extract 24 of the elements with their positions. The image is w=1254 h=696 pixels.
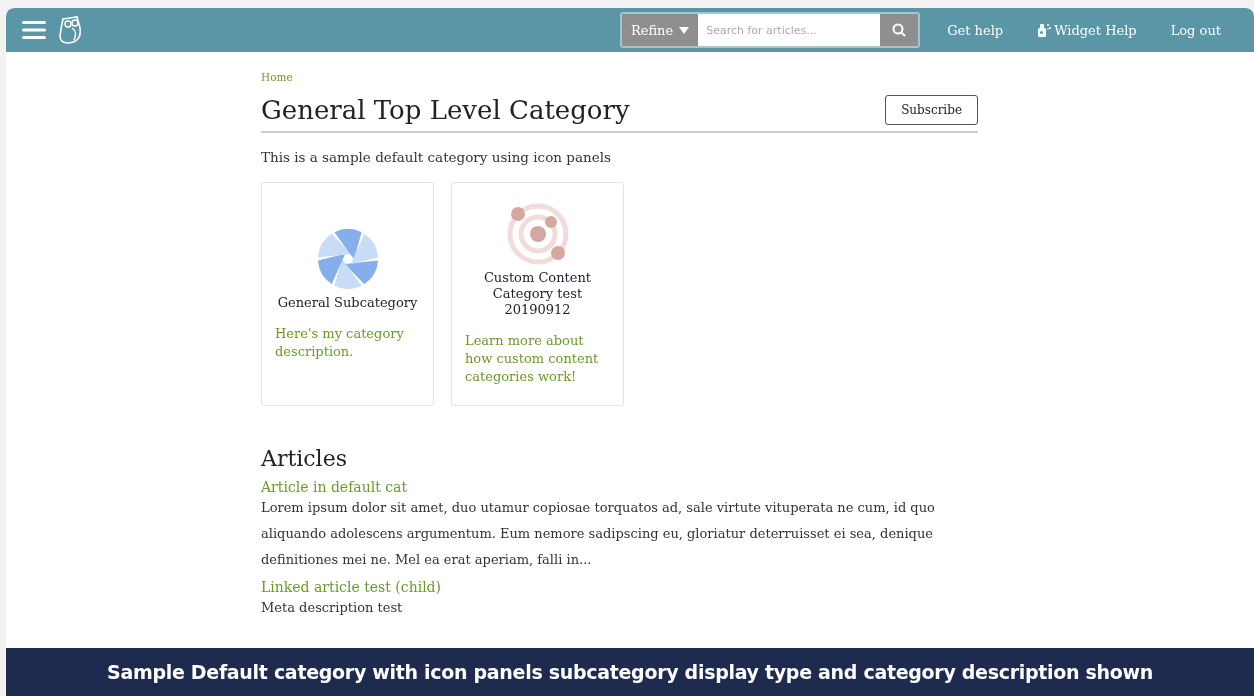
- article-summary: Lorem ipsum dolor sit amet, duo utamur copiosae torquatos ad, sale virtute vituperata ne cum, id quo aliquando adolescens argumentum. Eum nemore sadipscing eu, gloriatur deterruisset ei sea, denique definitiones mei ne. Mel ea erat aperiam, falli in...: [261, 499, 936, 569]
- aperture-icon: [315, 227, 380, 291]
- category-panel[interactable]: General Subcategory Here's my category description.: [261, 182, 434, 406]
- menu-icon[interactable]: [22, 20, 46, 40]
- breadcrumb-link[interactable]: Home: [261, 71, 293, 83]
- nav-link[interactable]: Get help: [930, 22, 1021, 38]
- panel-description: Learn more about how custom content categories work!: [465, 332, 600, 386]
- orbit-icon: [505, 202, 570, 266]
- subscribe-button[interactable]: Subscribe: [885, 95, 978, 125]
- nav-link[interactable]: Widget Help: [1020, 22, 1154, 38]
- category-description: This is a sample default category using icon panels: [261, 149, 612, 165]
- article-link[interactable]: Article in default cat: [261, 479, 978, 495]
- article-link[interactable]: Linked article test (child): [261, 579, 978, 595]
- panel-description: Here's my category description.: [275, 325, 405, 361]
- panel-title: Custom Content Category test 20190912: [482, 270, 593, 318]
- owl-logo-icon[interactable]: [58, 16, 82, 44]
- nav-link[interactable]: Log out: [1153, 22, 1238, 38]
- article-summary: Meta description test: [261, 599, 404, 617]
- widget-icon: [1037, 23, 1052, 37]
- caption-banner: Sample Default category with icon panels subcategory display type and category description shown: [6, 648, 1254, 696]
- section-heading: Articles: [261, 446, 348, 471]
- category-panel[interactable]: Custom Content Category test 20190912 Learn more about how custom content categories work!: [451, 182, 624, 406]
- panel-title: General Subcategory: [277, 295, 418, 311]
- page-title: General Top Level Category: [261, 95, 630, 125]
